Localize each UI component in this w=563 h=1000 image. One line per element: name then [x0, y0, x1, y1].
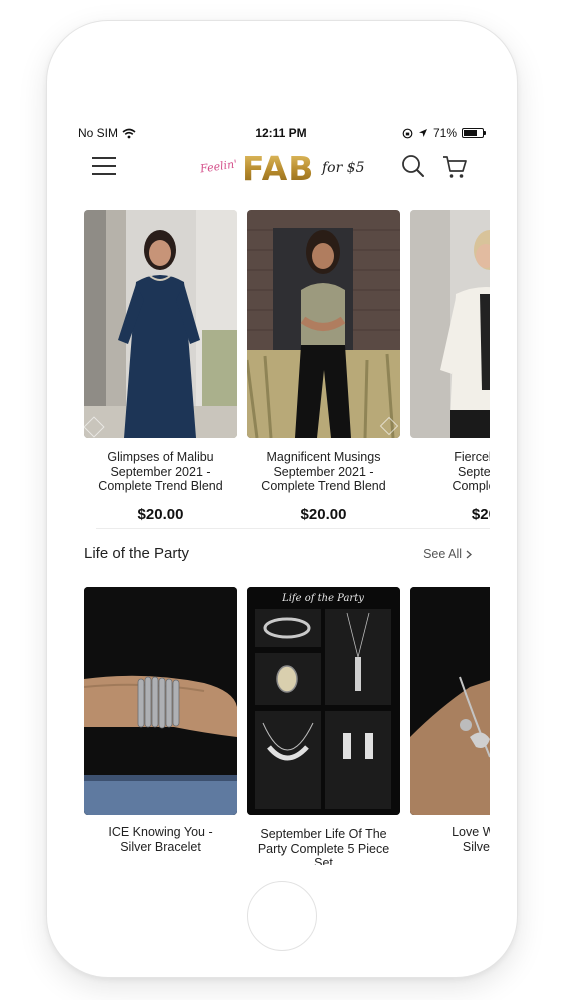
battery-icon [462, 128, 486, 138]
orientation-lock-icon [402, 128, 413, 139]
product-card[interactable]: ICE Knowing You - Silver Bracelet [84, 587, 237, 854]
product-card[interactable]: Magnificent Musings September 2021 - Com… [247, 210, 400, 523]
see-all-label: See All [423, 547, 462, 561]
product-title[interactable]: Love Will Fir Silver Br [410, 825, 490, 854]
product-image[interactable] [247, 210, 400, 438]
see-all-link[interactable]: See All [423, 547, 472, 561]
product-title[interactable]: ICE Knowing You - Silver Bracelet [84, 825, 237, 854]
product-image[interactable] [84, 587, 237, 815]
brand-logo[interactable]: Feelin' FAB for $5 [199, 148, 365, 188]
product-title[interactable]: Magnificent Musings September 2021 - Com… [247, 450, 400, 494]
battery-fill [464, 130, 477, 136]
section-divider [96, 528, 490, 529]
trend-blend-carousel[interactable]: Glimpses of Malibu September 2021 - Comp… [84, 210, 490, 523]
product-price: $20.00 [137, 506, 184, 523]
banner-text: Life of the Party [281, 593, 364, 604]
product-price: $20. [471, 506, 490, 523]
home-button[interactable] [247, 881, 317, 951]
search-icon[interactable] [401, 154, 425, 178]
location-icon [418, 128, 428, 138]
chevron-right-icon [466, 550, 472, 559]
menu-icon[interactable] [92, 156, 116, 176]
logo-feelin-text: Feelin' [199, 157, 238, 176]
product-card[interactable]: Fiercely 5th Septembe Complete Tr $20. [410, 210, 490, 523]
product-title[interactable]: September Life Of The Party Complete 5 P… [247, 827, 400, 865]
status-right: 71% [402, 126, 486, 140]
app-screen: No SIM 12:11 PM 71% Feelin' FAB for $5 G… [72, 120, 490, 866]
product-card[interactable]: Life of the Party September Life Of The … [247, 587, 400, 865]
status-bar: No SIM 12:11 PM 71% [72, 120, 490, 146]
app-header: Feelin' FAB for $5 [72, 146, 490, 200]
product-price: $20.00 [300, 506, 347, 523]
battery-percent: 71% [432, 126, 457, 140]
product-image[interactable]: Life of the Party [247, 587, 400, 815]
section-title: Life of the Party [84, 545, 190, 562]
product-title[interactable]: Fiercely 5th Septembe Complete Tr [410, 450, 490, 494]
section-header: Life of the Party See All [72, 540, 490, 570]
life-of-the-party-carousel[interactable]: ICE Knowing You - Silver Bracelet Life o… [84, 587, 490, 866]
product-image[interactable] [84, 210, 237, 438]
product-image[interactable] [410, 210, 490, 438]
product-card[interactable]: Love Will Fir Silver Br [410, 587, 490, 854]
product-title[interactable]: Glimpses of Malibu September 2021 - Comp… [84, 450, 237, 494]
logo-for5-text: for $5 [322, 160, 365, 176]
cart-icon[interactable] [442, 154, 468, 180]
product-image[interactable] [410, 587, 490, 815]
logo-fab-text: FAB [242, 149, 315, 188]
product-card[interactable]: Glimpses of Malibu September 2021 - Comp… [84, 210, 237, 523]
